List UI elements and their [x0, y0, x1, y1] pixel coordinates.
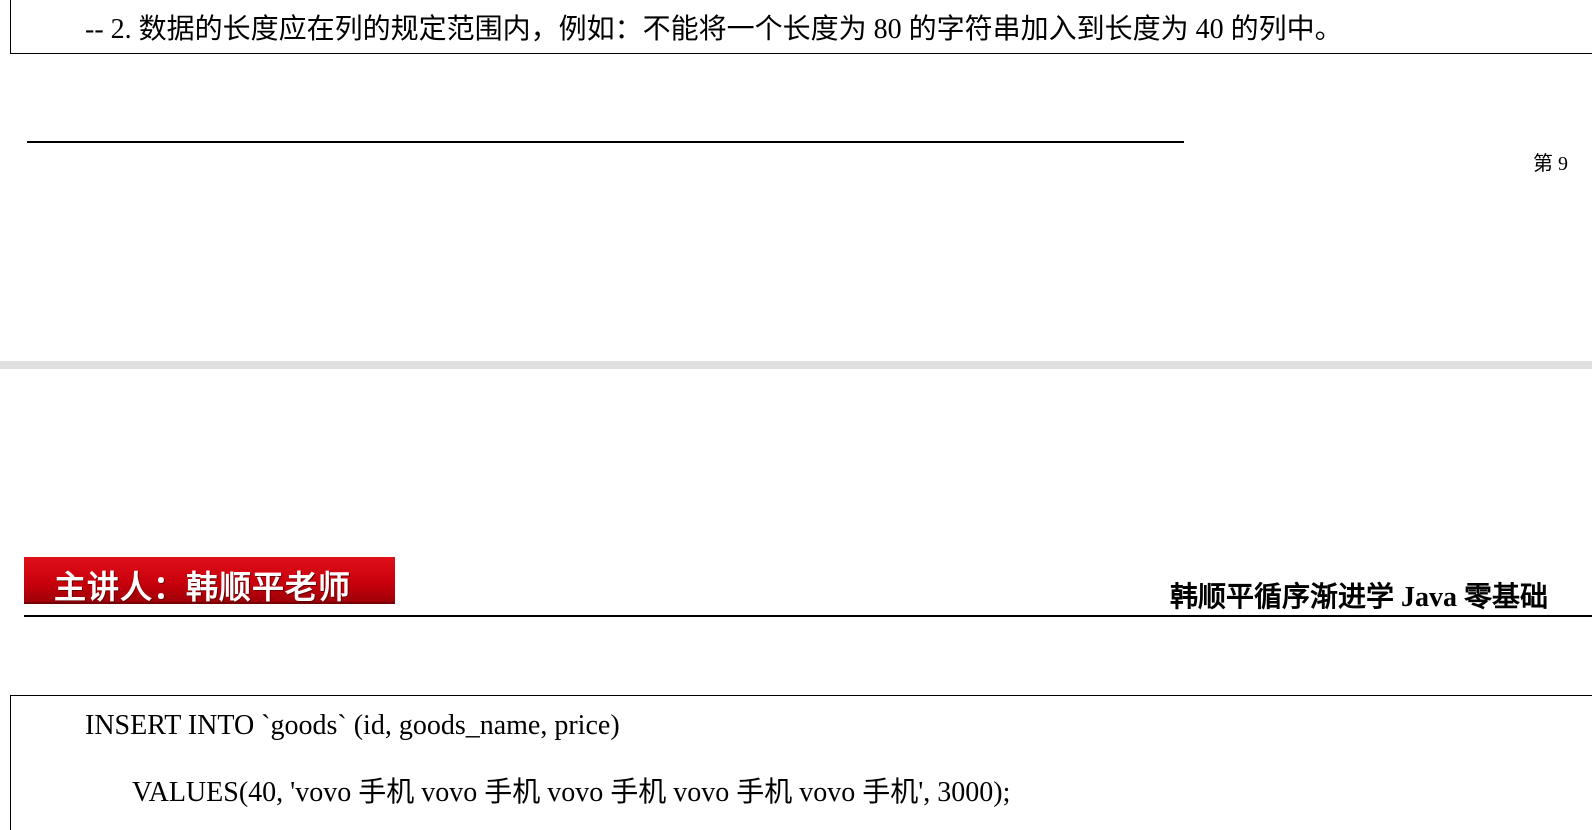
lecturer-banner: 主讲人：韩顺平老师 [24, 557, 395, 606]
note-box: -- 2. 数据的长度应在列的规定范围内，例如：不能将一个长度为 80 的字符串… [10, 0, 1592, 54]
code-line-2: VALUES(40, 'vovo 手机 vovo 手机 vovo 手机 vovo… [132, 777, 1011, 808]
page-separator [0, 361, 1592, 369]
note-line: -- 2. 数据的长度应在列的规定范围内，例如：不能将一个长度为 80 的字符串… [85, 14, 1343, 45]
document-page-top: -- 2. 数据的长度应在列的规定范围内，例如：不能将一个长度为 80 的字符串… [0, 0, 1592, 361]
footer-rule [27, 141, 1184, 143]
document-page-bottom: 主讲人：韩顺平老师 韩顺平循序渐进学 Java 零基础 INSERT INTO … [0, 369, 1592, 830]
code-box: INSERT INTO `goods` (id, goods_name, pri… [10, 695, 1592, 830]
header-rule [24, 615, 1592, 617]
lecturer-banner-text: 主讲人：韩顺平老师 [54, 568, 352, 606]
page-number: 第 9 [1533, 153, 1568, 175]
code-line-1: INSERT INTO `goods` (id, goods_name, pri… [85, 710, 620, 741]
header-title: 韩顺平循序渐进学 Java 零基础 [1170, 582, 1549, 613]
